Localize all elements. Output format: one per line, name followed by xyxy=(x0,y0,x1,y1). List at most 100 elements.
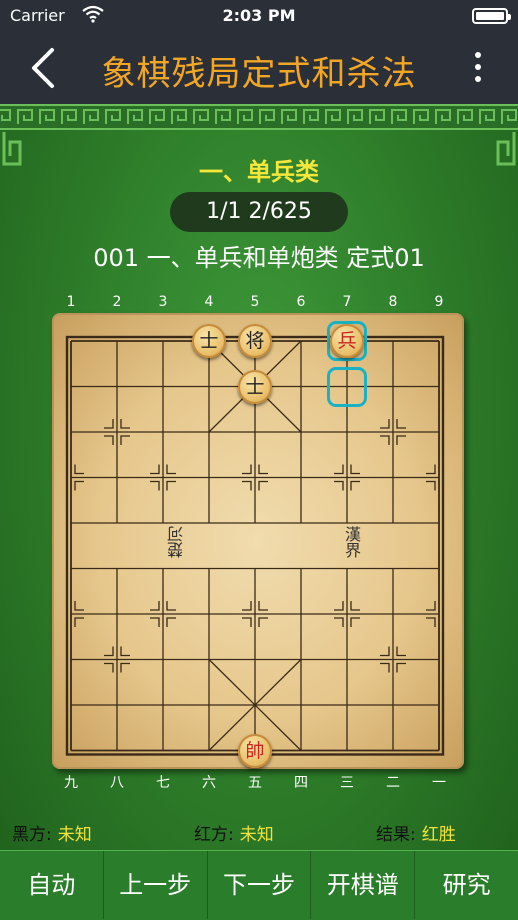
black-piece[interactable]: 士 xyxy=(238,369,272,404)
result-info: 结果: 红胜 xyxy=(376,820,456,845)
position-marker xyxy=(166,464,176,475)
file-number-top: 2 xyxy=(112,294,122,310)
bottom-toolbar: 自动 上一步 下一步 开棋谱 研究 xyxy=(0,850,518,920)
file-number-top: 9 xyxy=(434,294,444,310)
file-number-top: 4 xyxy=(204,294,214,310)
position-marker xyxy=(350,464,360,475)
open-record-button[interactable]: 开棋谱 xyxy=(311,851,416,919)
bottom-file-numbers: 九八七六五四三二一 xyxy=(0,772,518,792)
auto-play-button[interactable]: 自动 xyxy=(0,851,104,919)
file-number-bottom: 四 xyxy=(294,775,308,791)
file-number-bottom: 六 xyxy=(202,775,216,791)
move-highlight[interactable] xyxy=(327,366,367,407)
black-side-info: 黑方: 未知 xyxy=(12,820,92,845)
battery-icon xyxy=(472,8,511,24)
category-title: 一、单兵类 xyxy=(199,158,319,186)
position-marker xyxy=(166,601,176,611)
position-marker xyxy=(104,419,114,429)
file-number-top: 7 xyxy=(342,294,352,310)
top-file-numbers: 1 2 3 4 5 6 7 8 9 xyxy=(0,294,518,314)
result-value: 红胜 xyxy=(421,825,456,845)
position-marker xyxy=(74,601,84,611)
river-label-right: 漢界 xyxy=(342,526,361,558)
file-number-bottom: 一 xyxy=(432,775,446,791)
fret-border xyxy=(0,104,518,130)
position-marker xyxy=(242,464,252,475)
position-marker xyxy=(104,662,114,673)
position-marker xyxy=(120,646,130,657)
position-marker xyxy=(258,464,268,475)
file-number-top: 3 xyxy=(158,294,168,310)
position-marker xyxy=(380,435,390,445)
position-marker xyxy=(166,617,176,627)
position-marker xyxy=(242,617,252,627)
status-bar: Carrier 2:03 PM xyxy=(0,0,518,32)
more-vertical-icon[interactable] xyxy=(472,52,484,86)
nav-bar: 象棋残局定式和杀法 xyxy=(0,32,518,104)
position-marker xyxy=(426,480,436,491)
file-number-bottom: 五 xyxy=(248,775,262,791)
black-piece[interactable]: 将 xyxy=(238,324,272,358)
position-marker xyxy=(74,464,84,475)
position-marker xyxy=(426,464,436,475)
chess-board[interactable]: 楚河 漢界 士将兵士帥 xyxy=(52,313,464,769)
position-marker xyxy=(258,601,268,611)
position-marker xyxy=(426,601,436,611)
position-marker xyxy=(380,419,390,429)
position-marker xyxy=(150,464,160,475)
position-marker xyxy=(74,480,84,491)
position-marker xyxy=(120,419,130,429)
position-marker xyxy=(334,464,344,475)
red-side-info: 红方: 未知 xyxy=(194,820,274,845)
position-marker xyxy=(350,601,360,611)
page-title: 象棋残局定式和杀法 xyxy=(101,54,417,94)
position-marker xyxy=(380,646,390,657)
position-marker xyxy=(104,646,114,657)
file-number-bottom: 七 xyxy=(156,775,170,791)
position-marker xyxy=(334,601,344,611)
position-marker xyxy=(334,480,344,491)
position-marker xyxy=(120,435,130,445)
red-side-label: 红方: xyxy=(194,825,234,845)
position-marker xyxy=(396,435,406,445)
black-side-label: 黑方: xyxy=(12,825,52,845)
position-marker xyxy=(350,617,360,627)
position-marker xyxy=(350,480,360,491)
result-label: 结果: xyxy=(376,825,416,845)
position-marker xyxy=(426,617,436,627)
position-marker xyxy=(120,662,130,673)
file-number-bottom: 二 xyxy=(386,775,400,791)
position-marker xyxy=(396,662,406,673)
position-marker xyxy=(150,617,160,627)
file-number-bottom: 三 xyxy=(340,775,354,791)
position-marker xyxy=(150,601,160,611)
app-screen: Carrier 2:03 PM 象棋残局定式和杀法 一、单兵类 1/1 2/62… xyxy=(0,0,518,920)
position-marker xyxy=(104,435,114,445)
next-step-button[interactable]: 下一步 xyxy=(208,851,312,919)
file-number-top: 1 xyxy=(66,294,76,310)
file-number-top: 5 xyxy=(250,294,260,310)
position-marker xyxy=(396,419,406,429)
file-number-bottom: 九 xyxy=(64,775,78,791)
file-number-bottom: 八 xyxy=(110,775,124,791)
river-label-left: 楚河 xyxy=(167,526,186,558)
position-marker xyxy=(380,662,390,673)
position-marker xyxy=(334,617,344,627)
file-number-top: 8 xyxy=(388,294,398,310)
position-marker xyxy=(166,480,176,491)
position-marker xyxy=(396,646,406,657)
position-marker xyxy=(258,480,268,491)
research-button[interactable]: 研究 xyxy=(415,851,518,919)
position-marker xyxy=(150,480,160,491)
position-counter: 1/1 2/625 xyxy=(170,192,348,232)
red-piece[interactable]: 帥 xyxy=(238,733,272,768)
black-piece[interactable]: 士 xyxy=(192,324,226,358)
position-marker xyxy=(242,601,252,611)
position-marker xyxy=(242,480,252,491)
position-marker xyxy=(258,617,268,627)
puzzle-subtitle: 001 一、单兵和单炮类 定式01 xyxy=(93,244,425,272)
previous-step-button[interactable]: 上一步 xyxy=(104,851,208,919)
red-piece[interactable]: 兵 xyxy=(330,324,364,358)
position-marker xyxy=(74,617,84,627)
file-number-top: 6 xyxy=(296,294,306,310)
